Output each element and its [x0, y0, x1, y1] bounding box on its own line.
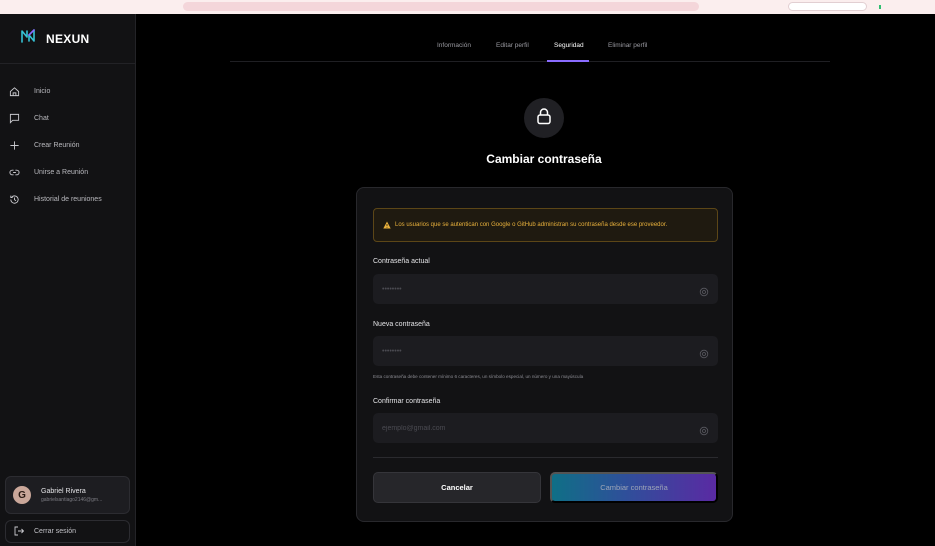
new-password-label: Nueva contraseña	[373, 321, 430, 328]
user-card[interactable]: G Gabriel Rivera gabrielsantiago2146@gm.…	[5, 476, 130, 514]
sidebar-item-crear-reunion[interactable]: Crear Reunión	[0, 132, 135, 159]
sidebar-item-label: Historial de reuniones	[34, 196, 102, 203]
history-icon	[8, 194, 20, 206]
current-password-field	[373, 274, 718, 304]
sidebar: NEXUN Inicio Chat Crear Reunión Unirse a…	[0, 14, 136, 546]
sidebar-item-label: Inicio	[34, 88, 51, 95]
lock-icon	[535, 107, 553, 130]
current-password-label: Contraseña actual	[373, 258, 430, 265]
sidebar-item-unirse-reunion[interactable]: Unirse a Reunión	[0, 159, 135, 186]
chat-icon	[8, 113, 20, 125]
confirm-password-field	[373, 413, 718, 443]
new-password-field	[373, 336, 718, 366]
profile-tabs: Información Editar perfil Seguridad Elim…	[230, 34, 830, 62]
lock-badge	[524, 98, 564, 138]
eye-icon[interactable]	[699, 284, 709, 297]
provider-alert: Los usuarios que se autentican con Googl…	[373, 208, 718, 242]
current-password-input[interactable]	[373, 274, 718, 304]
change-password-button[interactable]: Cambiar contraseña	[550, 472, 718, 503]
logout-label: Cerrar sesión	[34, 528, 77, 535]
logout-icon	[14, 523, 25, 541]
brand-name: NEXUN	[46, 31, 90, 46]
sidebar-item-chat[interactable]: Chat	[0, 105, 135, 132]
sidebar-nav: Inicio Chat Crear Reunión Unirse a Reuni…	[0, 64, 135, 213]
eye-icon[interactable]	[699, 346, 709, 359]
plus-icon	[8, 140, 20, 152]
confirm-password-input[interactable]	[373, 413, 718, 443]
logout-button[interactable]: Cerrar sesión	[5, 520, 130, 543]
change-password-card: Los usuarios que se autentican con Googl…	[356, 187, 733, 522]
home-icon	[8, 86, 20, 98]
sidebar-item-inicio[interactable]: Inicio	[0, 78, 135, 105]
tab-editar-perfil[interactable]: Editar perfil	[496, 42, 529, 49]
sidebar-item-label: Crear Reunión	[34, 142, 80, 149]
browser-button[interactable]	[788, 2, 867, 11]
confirm-password-label: Confirmar contraseña	[373, 398, 441, 405]
browser-chrome	[0, 0, 935, 14]
active-tab-indicator	[547, 60, 589, 62]
sidebar-item-label: Chat	[34, 115, 49, 122]
sidebar-item-historial[interactable]: Historial de reuniones	[0, 186, 135, 213]
sidebar-item-label: Unirse a Reunión	[34, 169, 89, 176]
tab-eliminar-perfil[interactable]: Eliminar perfil	[608, 42, 647, 49]
page-title: Cambiar contraseña	[486, 152, 602, 166]
tab-informacion[interactable]: Información	[437, 42, 471, 49]
avatar: G	[13, 486, 31, 504]
link-icon	[8, 167, 20, 179]
status-indicator	[879, 5, 881, 9]
user-info: Gabriel Rivera gabrielsantiago2146@gm...	[41, 488, 102, 503]
warning-icon	[383, 216, 391, 234]
cancel-button[interactable]: Cancelar	[373, 472, 541, 503]
user-name: Gabriel Rivera	[41, 487, 86, 495]
logo-icon	[20, 28, 36, 49]
new-password-input[interactable]	[373, 336, 718, 366]
brand[interactable]: NEXUN	[0, 14, 135, 64]
tab-seguridad[interactable]: Seguridad	[554, 42, 584, 49]
divider	[373, 457, 718, 458]
eye-icon[interactable]	[699, 423, 709, 436]
password-hint: Esta contraseña debe contener mínimo 6 c…	[373, 374, 584, 379]
alert-text: Los usuarios que se autentican con Googl…	[395, 222, 668, 228]
browser-tab[interactable]	[183, 2, 699, 11]
user-email: gabrielsantiago2146@gm...	[41, 496, 103, 503]
